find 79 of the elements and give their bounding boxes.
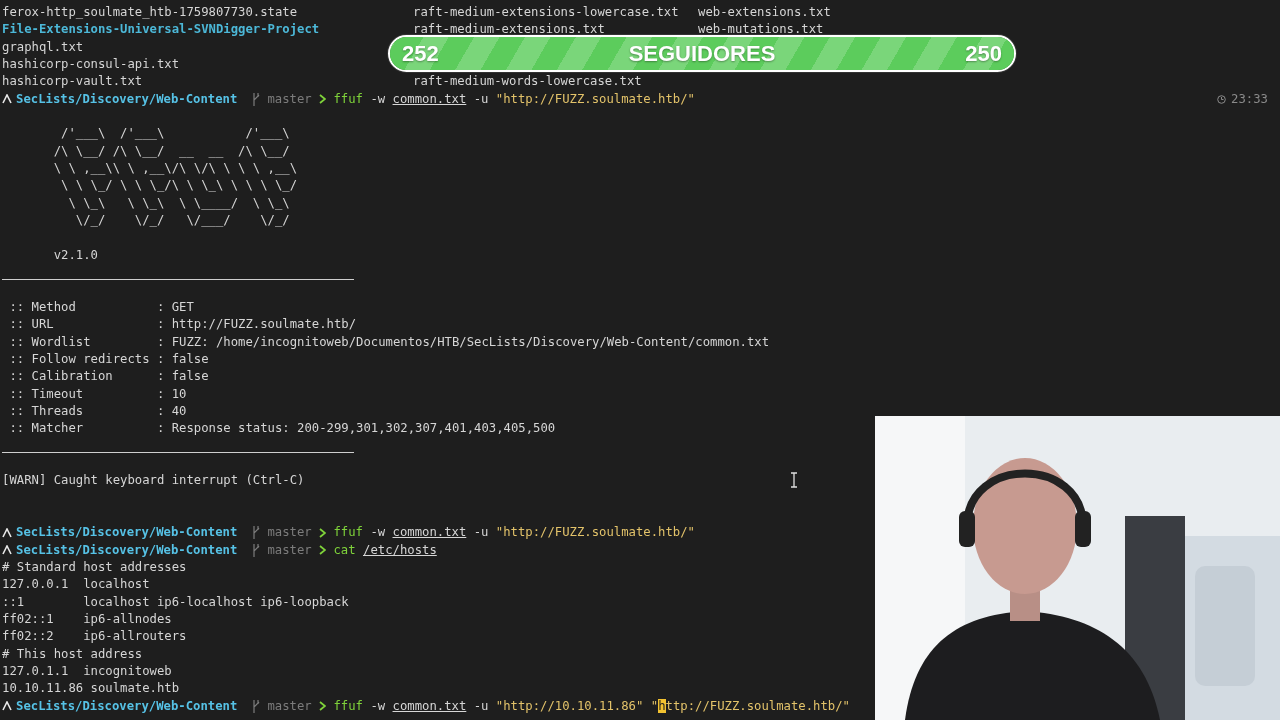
output-line: ff02::1 ip6-allnodes [2,611,172,629]
follower-goal: 250 [965,40,1002,67]
git-branch: master [267,91,312,106]
prompt-time: 23:33 [1231,90,1268,108]
file-name: web-mutations.txt [698,21,825,39]
output-line: # Standard host addresses [2,559,187,576]
file-name: hashicorp-consul-api.txt [2,56,180,74]
string-argument: ttp://FUZZ.soulmate.htb/" [665,698,850,713]
ascii-art-line: \ \ \_/ \ \ \_/\ \ \_\ \ \ \ \_/ [60,177,297,195]
output-line: :: URL : http://FUZZ.soulmate.htb/ [8,316,356,334]
option-text: -w [370,698,386,713]
git-branch-icon [252,699,261,713]
text-pointer-icon [790,472,798,488]
text-cursor: h [658,698,666,713]
option-text: -u [473,698,489,713]
output-line: ff02::2 ip6-allrouters [2,628,187,646]
output-line: # This host address [2,645,143,663]
output-line: 127.0.1.1 incognitoweb [2,663,172,681]
git-branch-icon [252,543,261,557]
string-argument: "http://FUZZ.soulmate.htb/" [495,91,695,106]
git-branch: master [267,542,312,557]
chevron-icon [319,94,327,105]
string-argument: " [650,698,659,713]
output-line: 127.0.0.1 localhost [2,576,150,594]
output-line: :: Timeout : 10 [8,385,187,403]
output-line: ::1 localhost ip6-localhost ip6-loopback [2,593,349,611]
caret-up-icon [2,545,12,556]
caret-up-icon [2,94,12,105]
command-name: ffuf [333,91,363,106]
git-branch: master [267,525,312,540]
file-argument: /etc/hosts [363,542,437,557]
ascii-art-line: /\ \__/ /\ \__/ __ __ /\ \__/ [52,142,290,160]
output-line: :: Calibration : false [8,368,209,386]
output-line: :: Wordlist : FUZZ: /home/incognitoweb/Documentos/HTB/SecLists/Discovery/Web-Content/common.txt [8,333,769,351]
file-argument: common.txt [392,525,467,540]
option-text: -u [473,525,489,540]
directory-path: SecLists/Discovery/Web-Content [16,698,238,713]
ascii-art-line: \ \_\ \ \_\ \ \____/ \ \_\ [67,194,290,212]
string-argument: "http://10.10.11.86" [495,698,644,713]
file-name: raft-medium-extensions-lowercase.txt [413,4,680,21]
caret-up-icon [2,527,12,538]
output-line: :: Follow redirects : false [8,350,209,368]
command-name: cat [333,542,356,557]
directory-path: SecLists/Discovery/Web-Content [16,91,238,106]
output-line: :: Threads : 40 [8,402,187,420]
git-branch-icon [252,92,261,106]
output-line: v2.1.0 [52,246,98,264]
directory-path: SecLists/Discovery/Web-Content [16,542,238,557]
output-line: [WARN] Caught keyboard interrupt (Ctrl-C) [2,472,305,490]
option-text: -w [370,525,386,540]
chevron-icon [319,701,327,712]
ascii-art-line: /'___\ /'___\ /'___\ [60,125,290,143]
git-branch-icon [252,526,261,540]
caret-up-icon [2,701,12,712]
output-line: :: Matcher : Response status: 200-299,301,302,307,401,403,405,500 [8,420,556,438]
chevron-icon [319,545,327,556]
output-line: :: Method : GET [8,298,194,316]
goal-title: SEGUIDORES [628,40,776,67]
file-name: raft-medium-words-lowercase.txt [413,73,643,91]
file-name: hashicorp-vault.txt [2,73,144,91]
file-name: web-extensions.txt [698,4,832,21]
command-name: ffuf [333,525,363,540]
string-argument: "http://FUZZ.soulmate.htb/" [495,525,695,540]
ascii-art-line: \/_/ \/_/ \/___/ \/_/ [74,212,290,230]
directory-path: SecLists/Discovery/Web-Content [16,525,238,540]
output-line: 10.10.11.86 soulmate.htb [2,680,179,698]
git-branch: master [267,698,312,713]
file-name: ferox-http_soulmate_htb-1759807730.state [2,4,298,21]
file-argument: common.txt [392,91,467,106]
option-text: -u [473,91,489,106]
file-argument: common.txt [392,698,467,713]
ascii-art-line: \ \ ,__\\ \ ,__\/\ \/\ \ \ \ ,__\ [52,160,297,178]
directory-name: File-Extensions-Universal-SVNDigger-Project [2,21,321,39]
chevron-icon [319,527,327,538]
follower-count: 252 [402,40,439,67]
clock-icon [1217,94,1227,104]
command-name: ffuf [333,698,363,713]
option-text: -w [370,91,386,106]
file-name: raft-medium-extensions.txt [413,21,606,39]
